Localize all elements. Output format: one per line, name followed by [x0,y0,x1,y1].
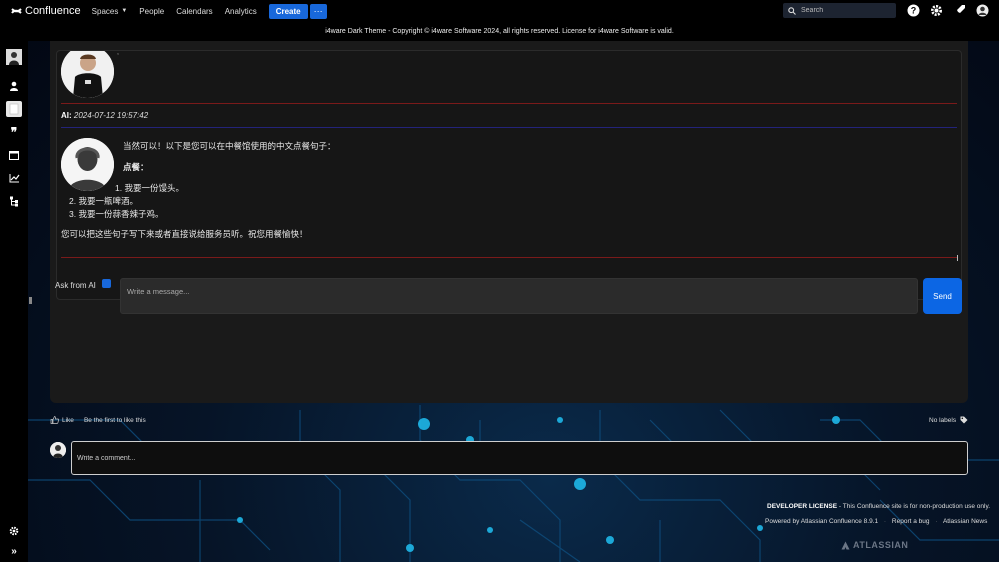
divider [61,103,957,104]
tag-icon [960,416,968,424]
nav-analytics[interactable]: Analytics [225,7,257,16]
nav-spaces-label: Spaces [91,6,119,16]
tree-icon[interactable] [5,193,23,209]
search-input[interactable] [801,7,891,14]
report-bug-link[interactable]: Report a bug [892,518,930,525]
nav-analytics-label: Analytics [224,6,257,16]
ai-label: AI: [61,111,72,120]
like-hint: Be the first to like this [83,416,146,424]
quote-icon[interactable]: ❞ [5,124,23,140]
nav-people-label: People [139,6,165,16]
more-button[interactable]: ··· [309,3,327,19]
thumbs-up-icon [50,416,59,424]
list-item-text: 我要一份馒头。 [124,183,184,193]
powered-by-link[interactable]: Powered by Atlassian Confluence 8.9.1 [765,518,878,525]
license-banner: i4ware Dark Theme - Copyright © i4ware S… [0,22,999,41]
nav-calendars[interactable]: Calendars [176,7,212,16]
top-navigation: Confluence Spaces ▼ People Calendars Ana… [0,0,999,22]
ai-timestamp: 2024-07-12 19:57:42 [73,111,149,120]
list-item: 3. 我要一份蒜香辣子鸡。 [69,209,164,219]
avatar [50,442,66,458]
labels[interactable]: No labels [929,416,968,424]
like-label: Like [62,416,74,424]
nav-spaces[interactable]: Spaces ▼ [92,7,128,16]
license-bold: DEVELOPER LICENSE [767,503,838,510]
separator: · [935,518,938,525]
nav-people[interactable]: People [139,7,164,16]
svg-text:?: ? [911,6,917,16]
list-item: 2. 我要一瓶啤酒。 [69,196,138,206]
like-button[interactable]: Like [50,416,74,424]
expand-icon[interactable]: » [5,543,23,559]
sidebar-resize-handle[interactable] [29,297,32,304]
settings-icon[interactable] [929,3,944,18]
news-link[interactable]: Atlassian News [943,518,987,525]
scrollbar[interactable] [957,255,958,261]
ai-response-intro: 当然可以！以下是您可以在中餐馆使用的中文点餐句子： [123,141,336,151]
user-avatar[interactable] [975,3,990,18]
license-text: - This Confluence site is for non-produc… [837,503,991,510]
left-sidebar: ❞ » [0,41,28,562]
license-notice: DEVELOPER LICENSE - This Confluence site… [767,503,990,510]
atlassian-logo: ATLASSIAN [841,540,908,550]
page-icon[interactable] [5,101,23,117]
divider [61,127,957,128]
chart-icon[interactable] [5,170,23,186]
app-name: Confluence [25,5,81,17]
like-row: Like Be the first to like this [50,416,146,424]
chevron-down-icon: ▼ [121,8,128,14]
ai-avatar [61,138,114,191]
separator: · [883,518,887,525]
help-icon[interactable]: ? [906,3,921,18]
confluence-logo[interactable]: Confluence [11,5,81,17]
divider [61,257,957,258]
create-button[interactable]: Create [268,3,308,19]
notifications-icon[interactable] [952,3,967,18]
search-box[interactable] [783,3,896,18]
list-item: 1. 我要一份馒头。 [115,183,184,193]
previous-message-fragment: , [117,50,119,56]
list-item-text: 我要一份蒜香辣子鸡。 [78,209,164,219]
comment-input[interactable] [71,441,968,475]
footer-links: Powered by Atlassian Confluence 8.9.1 · … [765,518,987,525]
ai-meta: AI: 2024-07-12 19:57:42 [61,111,148,120]
ask-ai-label: Ask from AI [55,281,96,290]
settings-icon[interactable] [5,523,23,539]
message-input[interactable] [120,278,918,314]
list-item-text: 我要一瓶啤酒。 [78,196,138,206]
search-icon [788,6,796,15]
ai-chat-panel: , AI: 2024-07-12 19:57:42 当然可以！以下是您可以在中餐… [50,41,968,403]
confluence-icon [11,8,22,14]
user-avatar [61,51,114,98]
ai-response-outro: 您可以把这些句子写下来或者直接说给服务员听。祝您用餐愉快！ [61,229,308,239]
atlassian-brand: ATLASSIAN [853,540,909,550]
atlassian-icon [841,541,850,549]
person-icon[interactable] [5,78,23,94]
labels-text: No labels [929,416,957,424]
calendar-icon[interactable] [5,147,23,163]
nav-calendars-label: Calendars [176,6,213,16]
top-icons: ? [906,3,998,18]
avatar[interactable] [5,49,23,65]
send-button[interactable]: Send [923,278,962,314]
ai-response-heading: 点餐： [123,162,149,172]
chat-history[interactable]: , AI: 2024-07-12 19:57:42 当然可以！以下是您可以在中餐… [56,50,962,300]
ask-ai-checkbox[interactable] [102,279,111,288]
